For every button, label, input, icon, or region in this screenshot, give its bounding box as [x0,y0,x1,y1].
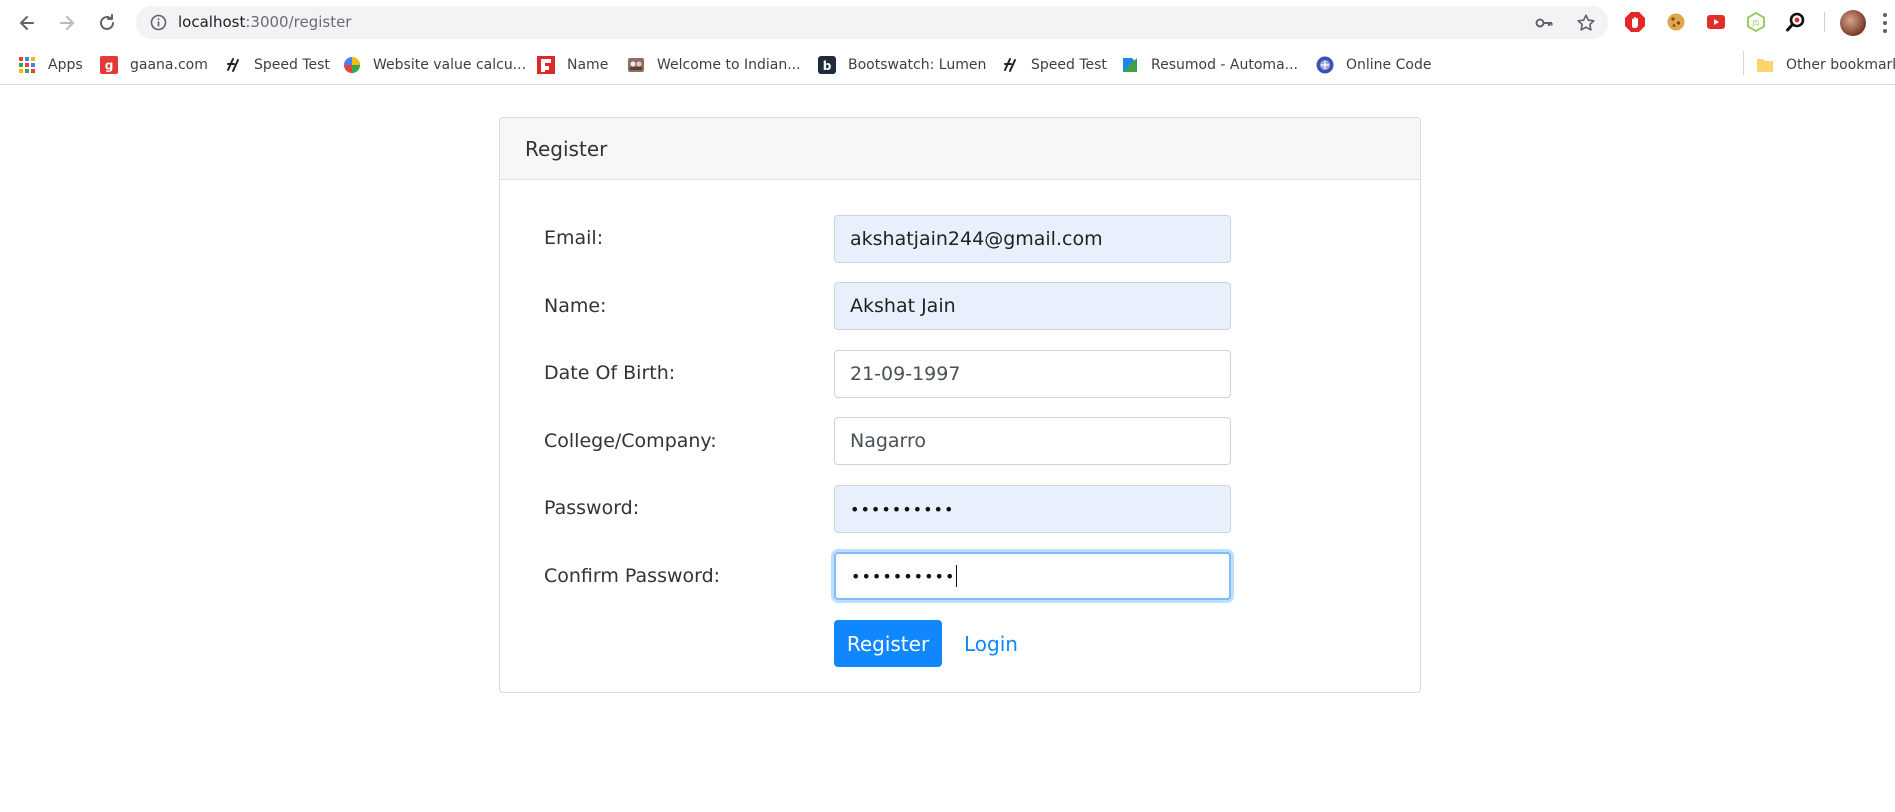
register-card: Register Email: akshatjain244@gmail.com … [499,117,1421,693]
bookmark-label: Bootswatch: Lumen [848,57,987,73]
apps-grid-icon [18,56,36,74]
password-label: Password: [544,497,640,519]
globe-icon [343,56,361,74]
email-value: akshatjain244@gmail.com [850,228,1103,250]
browser-toolbar: localhost:3000/register JS [0,0,1895,45]
bookmark-label: gaana.com [130,57,208,73]
bookmark-label: Name [567,57,609,73]
bookmark-speed-test[interactable]: Speed Test [224,54,330,76]
login-link[interactable]: Login [964,620,1018,667]
dob-value: 21-09-1997 [850,363,961,385]
college-label: College/Company: [544,430,717,452]
name-label: Name: [544,295,607,317]
indian-icon [627,56,645,74]
bookmark-gaana[interactable]: g gaana.com [100,54,208,76]
url-host: localhost [178,13,246,31]
bookmark-speed-test-2[interactable]: Speed Test [1001,54,1107,76]
register-button[interactable]: Register [834,620,942,667]
key-icon[interactable] [1534,13,1554,33]
online-code-icon [1316,56,1334,74]
bookmark-label: Resumod - Automa... [1151,57,1298,73]
bookmark-bootswatch[interactable]: b Bootswatch: Lumen [818,54,986,76]
folder-icon [1756,56,1774,74]
bookmark-label: Website value calcu... [373,57,527,73]
cookie-icon[interactable] [1665,11,1687,33]
name-value: Akshat Jain [850,295,956,317]
bookmark-label: Welcome to Indian... [657,57,801,73]
bookmark-label: Other bookmarks [1786,57,1895,73]
back-icon[interactable] [14,10,40,36]
card-header: Register [500,118,1420,180]
bookmarks-separator [1743,51,1744,75]
bookmark-label: Speed Test [1031,57,1107,73]
bookmark-label: Online Code [1346,57,1432,73]
chrome-menu-icon[interactable] [1882,13,1888,33]
bookmark-online-code[interactable]: Online Code [1316,54,1431,76]
speedtest-icon [1001,56,1019,74]
bookmark-name[interactable]: Name [537,54,608,76]
youtube-icon[interactable] [1705,11,1727,33]
svg-text:JS: JS [1752,19,1760,27]
name-field[interactable]: Akshat Jain [834,282,1231,330]
bookmark-label: Apps [48,57,83,73]
bookmark-other-bookmarks[interactable]: Other bookmarks [1756,54,1895,76]
email-field[interactable]: akshatjain244@gmail.com [834,215,1231,263]
flipboard-icon [537,56,555,74]
svg-text:g: g [105,59,114,73]
text-caret [956,565,958,587]
bootswatch-icon: b [818,56,836,74]
confirm-password-field[interactable]: •••••••••• [834,552,1231,600]
bookmark-website-value[interactable]: Website value calcu... [343,54,526,76]
forward-icon[interactable] [54,10,80,36]
toolbar-separator [1824,12,1825,32]
confirm-password-value: •••••••••• [851,566,956,586]
email-label: Email: [544,227,604,249]
bookmark-label: Speed Test [254,57,330,73]
bookmarks-bar: Apps g gaana.com Speed Test Website valu… [0,45,1895,85]
dob-field[interactable]: 21-09-1997 [834,350,1231,398]
reload-icon[interactable] [94,10,120,36]
profile-avatar[interactable] [1840,10,1866,36]
confirm-password-label: Confirm Password: [544,565,721,587]
adblock-icon[interactable] [1624,11,1646,33]
college-value: Nagarro [850,430,927,452]
dob-label: Date Of Birth: [544,362,676,384]
resumod-icon [1121,56,1139,74]
url-path: :3000/register [245,13,352,31]
gaana-icon: g [100,56,118,74]
card-title: Register [525,136,608,161]
bookmark-apps[interactable]: Apps [18,54,83,76]
password-field[interactable]: •••••••••• [834,485,1231,533]
bookmark-resumod[interactable]: Resumod - Automa... [1121,54,1298,76]
svg-text:b: b [823,59,832,73]
star-icon[interactable] [1576,13,1596,33]
info-icon[interactable] [150,14,167,31]
url-text[interactable]: localhost:3000/register [178,13,351,32]
speedtest-icon [224,56,242,74]
nodejs-icon[interactable]: JS [1745,11,1767,33]
address-bar[interactable]: localhost:3000/register [136,6,1608,39]
bookmark-welcome-indian[interactable]: Welcome to Indian... [627,54,801,76]
college-field[interactable]: Nagarro [834,417,1231,465]
password-value: •••••••••• [850,499,955,519]
search-extension-icon[interactable] [1785,11,1807,33]
